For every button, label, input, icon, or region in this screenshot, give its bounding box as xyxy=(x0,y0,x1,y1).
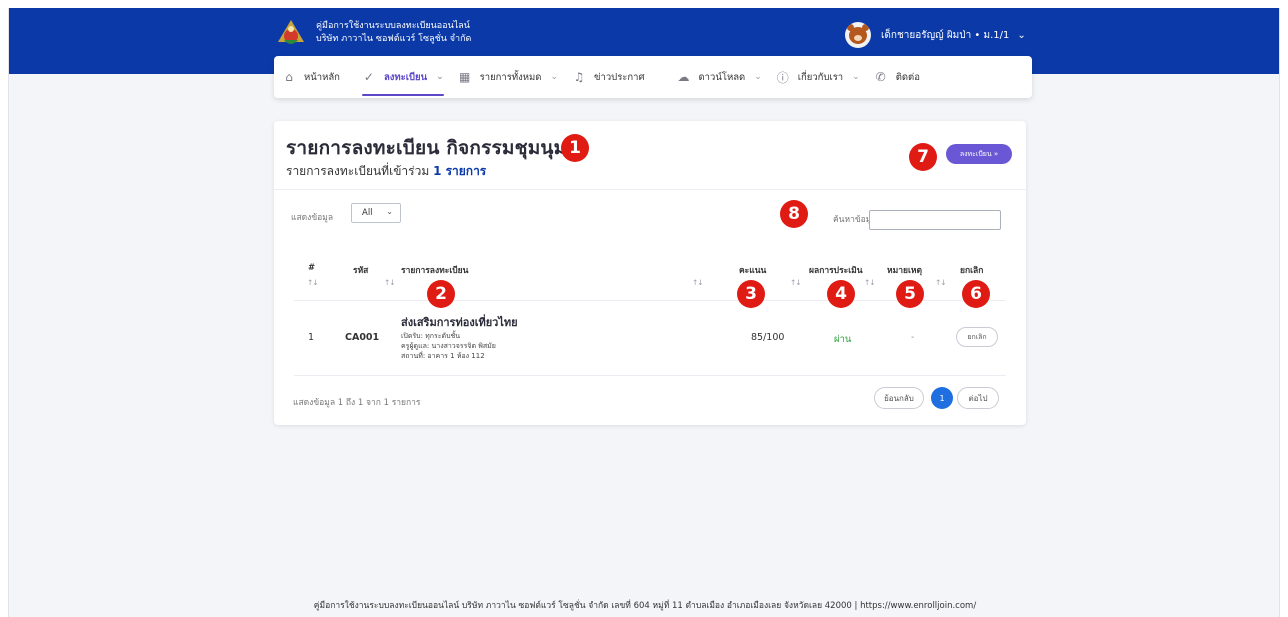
cancel-button[interactable]: ยกเลิก xyxy=(956,327,998,347)
sort-icon[interactable]: ↑↓ xyxy=(692,278,704,287)
col-header-score[interactable]: คะแนน xyxy=(739,263,766,277)
col-header-index[interactable]: # xyxy=(308,263,315,273)
school-logo-icon xyxy=(278,20,304,44)
nav-about-label: เกี่ยวกับเรา xyxy=(797,71,844,83)
nav-contact-label: ติดต่อ xyxy=(895,71,920,83)
prev-page-button[interactable]: ย้อนกลับ xyxy=(874,387,924,409)
activity-open-for: เปิดรับ: ทุกระดับชั้น xyxy=(401,332,461,340)
sort-icon[interactable]: ↑↓ xyxy=(935,278,947,287)
activity-name: ส่งเสริมการท่องเที่ยวไทย xyxy=(401,316,518,329)
brand-text: คู่มือการใช้งานระบบลงทะเบียนออนไลน์ บริษ… xyxy=(316,20,471,46)
sort-icon[interactable]: ↑↓ xyxy=(384,278,396,287)
info-icon: ⓘ xyxy=(776,70,789,85)
row-note: - xyxy=(911,332,915,343)
grid-icon: ▦ xyxy=(458,70,471,84)
bell-icon: ♫ xyxy=(573,70,585,84)
activity-teacher: ครูผู้ดูแล: นางสาวจรรจิต พิสมัย xyxy=(401,342,496,350)
divider xyxy=(274,189,1026,190)
avatar xyxy=(845,22,871,48)
nav-download[interactable]: ☁ ดาวน์โหลด ⌄ xyxy=(677,56,762,98)
show-entries-value: All xyxy=(362,208,373,218)
chevron-down-icon: ⌄ xyxy=(1017,29,1026,41)
row-score: 85/100 xyxy=(751,332,785,343)
nav-all-items-label: รายการทั้งหมด xyxy=(479,71,542,83)
sort-icon[interactable]: ↑↓ xyxy=(307,278,319,287)
nav-register[interactable]: ✓ ลงทะเบียน ⌄ xyxy=(361,56,444,98)
annotation-badge-7: 7 xyxy=(909,143,937,171)
company-name: บริษัท ภาวาไน ซอฟต์แวร์ โซลูชั่น จำกัด xyxy=(316,34,472,44)
row-index: 1 xyxy=(308,332,315,343)
user-menu[interactable]: เด็กชายอรัญญ์ ผิมป่า • ม.1/1 ⌄ xyxy=(845,22,1026,48)
annotation-badge-1: 1 xyxy=(561,134,589,162)
annotation-badge-8: 8 xyxy=(780,200,808,228)
page-title: รายการลงทะเบียน กิจกรรมชุมนุม xyxy=(286,137,567,159)
nav-news[interactable]: ♫ ข่าวประกาศ xyxy=(572,56,645,98)
col-header-result[interactable]: ผลการประเมิน xyxy=(809,263,863,277)
row-activity: ส่งเสริมการท่องเที่ยวไทย เปิดรับ: ทุกระด… xyxy=(401,313,518,361)
row-code: CA001 xyxy=(345,332,380,343)
nav-contact[interactable]: ✆ ติดต่อ xyxy=(874,56,920,98)
col-header-cancel: ยกเลิก xyxy=(960,266,984,276)
nav-news-label: ข่าวประกาศ xyxy=(594,71,645,83)
col-header-code[interactable]: รหัส xyxy=(353,263,368,277)
chevron-down-icon: ⌄ xyxy=(386,207,393,216)
nav-register-label: ลงทะเบียน xyxy=(383,71,428,83)
activity-place: สถานที่: อาคาร 1 ห้อง 112 xyxy=(401,352,485,360)
nav-all-items[interactable]: ▦ รายการทั้งหมด ⌄ xyxy=(458,56,558,98)
search-input[interactable] xyxy=(869,210,1001,230)
chevron-down-icon: ⌄ xyxy=(852,72,860,82)
check-circle-icon: ✓ xyxy=(363,70,374,84)
nav-about[interactable]: ⓘ เกี่ยวกับเรา ⌄ xyxy=(776,56,860,98)
chevron-down-icon: ⌄ xyxy=(436,72,444,82)
annotation-badge-2: 2 xyxy=(427,280,455,308)
chevron-down-icon: ⌄ xyxy=(550,72,558,82)
footer-text: คู่มือการใช้งานระบบลงทะเบียนออนไลน์ บริษ… xyxy=(313,601,977,611)
page-1-button[interactable]: 1 xyxy=(931,387,953,409)
annotation-badge-3: 3 xyxy=(737,280,765,308)
main-nav: ⌂ หน้าหลัก ✓ ลงทะเบียน ⌄ ▦ รายการทั้งหมด… xyxy=(274,56,1032,98)
page-frame: คู่มือการใช้งานระบบลงทะเบียนออนไลน์ บริษ… xyxy=(8,8,1280,617)
nav-home-label: หน้าหลัก xyxy=(304,71,340,83)
page-subtitle: รายการลงทะเบียนที่เข้าร่วม 1 รายการ xyxy=(286,162,486,181)
home-icon: ⌂ xyxy=(285,70,293,84)
manual-title: คู่มือการใช้งานระบบลงทะเบียนออนไลน์ xyxy=(316,21,470,31)
sort-icon[interactable]: ↑↓ xyxy=(790,278,802,287)
col-header-activity[interactable]: รายการลงทะเบียน xyxy=(401,263,468,277)
annotation-badge-5: 5 xyxy=(896,280,924,308)
brand[interactable]: คู่มือการใช้งานระบบลงทะเบียนออนไลน์ บริษ… xyxy=(274,18,471,48)
subtitle-prefix: รายการลงทะเบียนที่เข้าร่วม xyxy=(286,164,430,178)
enroll-button[interactable]: ลงทะเบียน » xyxy=(946,144,1012,164)
show-entries-select[interactable]: All ⌄ xyxy=(351,203,401,223)
annotation-badge-4: 4 xyxy=(827,280,855,308)
pagination-info: แสดงข้อมูล 1 ถึง 1 จาก 1 รายการ xyxy=(293,398,421,408)
col-header-note[interactable]: หมายเหตุ xyxy=(887,263,922,277)
table-divider xyxy=(294,375,1006,376)
nav-home[interactable]: ⌂ หน้าหลัก xyxy=(282,56,340,98)
chevron-down-icon: ⌄ xyxy=(754,72,762,82)
nav-download-label: ดาวน์โหลด xyxy=(698,71,746,83)
show-entries-label: แสดงข้อมูล xyxy=(291,213,334,223)
user-name: เด็กชายอรัญญ์ ผิมป่า • ม.1/1 xyxy=(881,29,1010,41)
subtitle-count: 1 รายการ xyxy=(433,164,487,178)
cloud-download-icon: ☁ xyxy=(677,70,690,84)
next-page-button[interactable]: ต่อไป xyxy=(957,387,999,409)
row-result: ผ่าน xyxy=(834,334,852,345)
sort-icon[interactable]: ↑↓ xyxy=(864,278,876,287)
phone-icon: ✆ xyxy=(875,70,886,84)
annotation-badge-6: 6 xyxy=(962,280,990,308)
